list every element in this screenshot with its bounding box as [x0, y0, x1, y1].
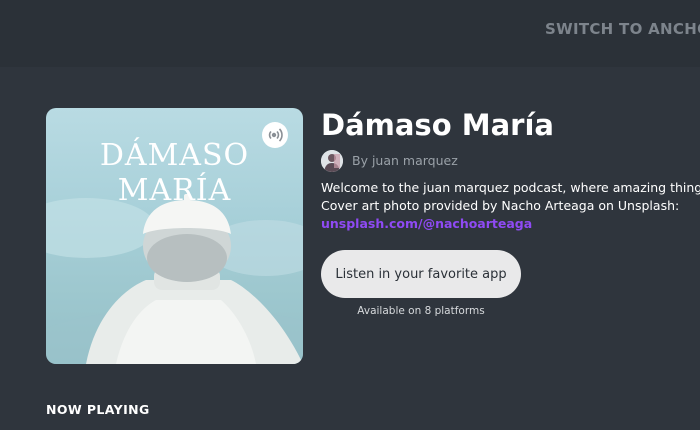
listen-in-app-button[interactable]: Listen in your favorite app	[321, 250, 521, 298]
switch-to-anchor-link[interactable]: SWITCH TO ANCHOR	[545, 20, 700, 38]
cover-title-text: DÁMASO MARÍA	[99, 138, 250, 208]
podcast-cover-art: DÁMASO MARÍA	[46, 108, 303, 364]
author-name[interactable]: By juan marquez	[352, 153, 458, 168]
description-line: Welcome to the juan marquez podcast, whe…	[321, 180, 700, 195]
now-playing-heading: NOW PLAYING	[46, 402, 150, 417]
platforms-availability: Available on 8 platforms	[357, 305, 485, 317]
podcast-title: Dámaso María	[321, 108, 554, 142]
unsplash-link[interactable]: unsplash.com/@nachoarteaga	[321, 216, 532, 231]
description-line: Cover art photo provided by Nacho Arteag…	[321, 198, 680, 213]
podcast-description: Welcome to the juan marquez podcast, whe…	[321, 179, 700, 233]
top-bar: SWITCH TO ANCHOR	[0, 0, 700, 67]
podcast-broadcast-icon	[262, 122, 288, 148]
avatar[interactable]	[321, 150, 343, 172]
